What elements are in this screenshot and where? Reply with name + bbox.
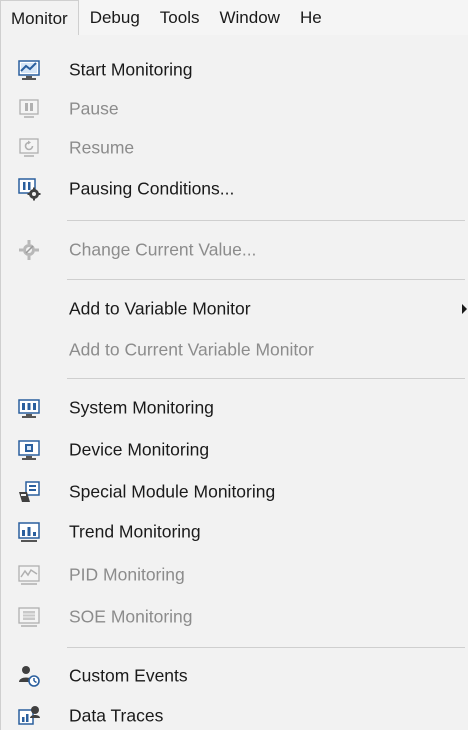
menu-item-label: Start Monitoring <box>69 59 193 80</box>
data-traces-icon <box>18 706 40 725</box>
menu-item-label: SOE Monitoring <box>69 606 193 627</box>
menu-item-label: Custom Events <box>69 665 188 686</box>
menu-item-label: Pausing Conditions... <box>69 178 235 199</box>
menu-item-system-monitoring[interactable]: System Monitoring <box>1 388 468 428</box>
app-window: Monitor Debug Tools Window He Start Moni… <box>0 0 468 730</box>
menu-item-change-current-value[interactable]: Change Current Value... <box>1 230 468 270</box>
menu-debug[interactable]: Debug <box>79 0 149 36</box>
menu-item-soe-monitoring[interactable]: SOE Monitoring <box>1 597 468 637</box>
start-monitoring-icon <box>18 60 40 80</box>
pause-icon <box>19 99 39 118</box>
menu-monitor[interactable]: Monitor <box>0 0 79 36</box>
menu-item-resume[interactable]: Resume <box>1 128 468 168</box>
menu-separator <box>67 647 465 648</box>
menu-item-label: Data Traces <box>69 705 164 726</box>
menu-item-label: Add to Current Variable Monitor <box>69 339 314 360</box>
menu-item-start-monitoring[interactable]: Start Monitoring <box>1 50 468 90</box>
menu-item-pausing-conditions[interactable]: Pausing Conditions... <box>1 169 468 209</box>
trend-monitoring-icon <box>18 522 40 542</box>
menu-tools[interactable]: Tools <box>149 0 209 36</box>
menu-item-device-monitoring[interactable]: Device Monitoring <box>1 430 468 470</box>
menu-item-label: Special Module Monitoring <box>69 481 276 502</box>
menu-item-label: Change Current Value... <box>69 239 257 260</box>
pausing-conditions-icon <box>18 178 41 201</box>
submenu-arrow-icon <box>462 304 467 314</box>
system-monitoring-icon <box>18 399 40 418</box>
menu-item-special-module-monitoring[interactable]: Special Module Monitoring <box>1 472 468 512</box>
change-value-icon <box>19 240 39 260</box>
menu-item-custom-events[interactable]: Custom Events <box>1 656 468 696</box>
menu-item-data-traces[interactable]: Data Traces <box>1 696 468 730</box>
menu-item-add-to-current-variable-monitor[interactable]: Add to Current Variable Monitor <box>1 330 468 370</box>
menu-item-label: Pause <box>69 98 119 119</box>
menu-separator <box>67 279 465 280</box>
menu-item-label: Device Monitoring <box>69 439 210 460</box>
menu-bar: Monitor Debug Tools Window He <box>0 0 468 36</box>
menu-item-trend-monitoring[interactable]: Trend Monitoring <box>1 512 468 552</box>
menu-separator <box>67 378 465 379</box>
pid-monitoring-icon <box>18 565 40 585</box>
custom-events-icon <box>19 666 40 687</box>
menu-item-label: System Monitoring <box>69 397 214 418</box>
menu-window[interactable]: Window <box>208 0 288 36</box>
soe-monitoring-icon <box>18 607 40 627</box>
menu-separator <box>67 220 465 221</box>
special-module-monitoring-icon <box>19 481 40 502</box>
menu-item-label: PID Monitoring <box>69 564 185 585</box>
resume-icon <box>19 138 39 157</box>
menu-item-pid-monitoring[interactable]: PID Monitoring <box>1 555 468 595</box>
menu-item-label: Resume <box>69 137 135 158</box>
menu-item-pause[interactable]: Pause <box>1 89 468 129</box>
menu-item-add-to-variable-monitor[interactable]: Add to Variable Monitor <box>1 289 468 329</box>
menu-help[interactable]: He <box>289 0 331 36</box>
monitor-dropdown-menu: Start Monitoring Pause Resume Pausing Co… <box>0 35 468 730</box>
menu-item-label: Add to Variable Monitor <box>69 298 251 319</box>
menu-item-label: Trend Monitoring <box>69 521 201 542</box>
device-monitoring-icon <box>18 440 40 460</box>
